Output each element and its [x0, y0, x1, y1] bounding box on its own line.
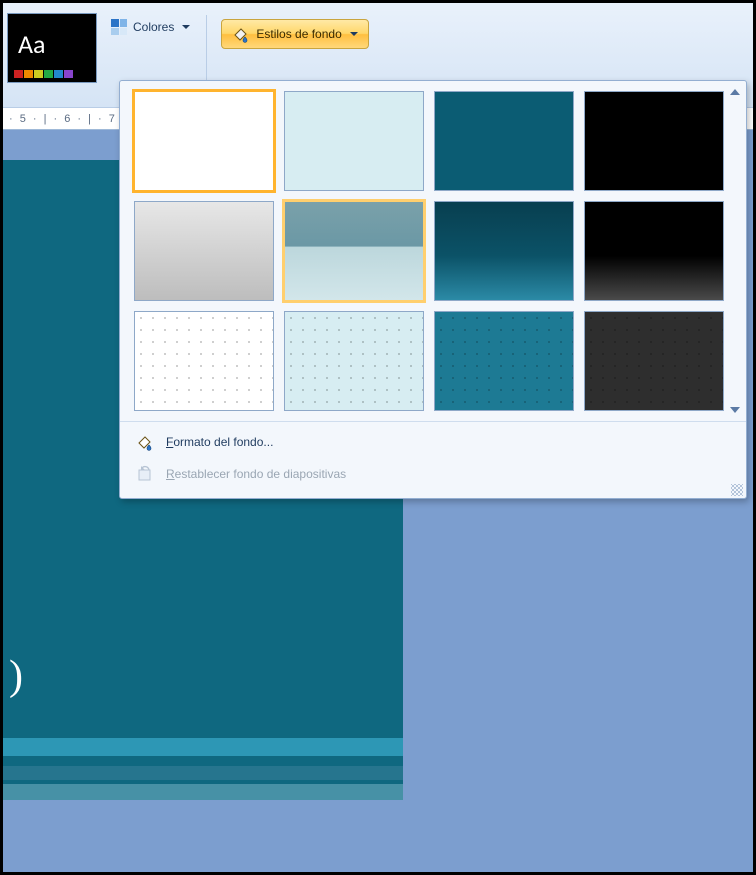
paint-bucket-icon [232, 25, 250, 43]
style-preview [435, 92, 573, 190]
theme-thumbnail[interactable]: Aa [7, 13, 97, 83]
reset-background-menu-item: Restablecer fondo de diapositivas [120, 458, 746, 490]
style-preview [135, 202, 273, 300]
style-preview [585, 92, 723, 190]
background-style-option[interactable] [434, 311, 574, 411]
background-style-option[interactable] [584, 201, 724, 301]
background-style-option[interactable] [584, 91, 724, 191]
app-window: Aa Colores Estilos de fondo [0, 0, 756, 875]
background-styles-label: Estilos de fondo [256, 27, 341, 41]
slide-glyph: ) [9, 652, 23, 700]
background-style-option[interactable] [434, 201, 574, 301]
palette-swatch [24, 70, 33, 78]
gallery-scroll [728, 89, 742, 413]
background-styles-dropdown: Formato del fondo... Restablecer fondo d… [119, 80, 747, 499]
resize-grip-icon[interactable] [731, 484, 743, 496]
colors-label: Colores [133, 20, 174, 34]
theme-sample-text: Aa [18, 28, 46, 60]
background-style-option[interactable] [284, 91, 424, 191]
background-style-option[interactable] [284, 311, 424, 411]
palette-swatch [44, 70, 53, 78]
style-preview [435, 312, 573, 410]
paint-bucket-icon [134, 432, 156, 452]
background-style-option[interactable] [134, 91, 274, 191]
style-preview [285, 312, 423, 410]
format-background-menu-item[interactable]: Formato del fondo... [120, 426, 746, 458]
chevron-down-icon [350, 32, 358, 36]
palette-swatch [14, 70, 23, 78]
background-style-option[interactable] [284, 201, 424, 301]
scroll-down-icon[interactable] [730, 407, 740, 413]
reset-background-label: Restablecer fondo de diapositivas [166, 467, 346, 481]
reset-icon [134, 464, 156, 484]
background-style-option[interactable] [134, 311, 274, 411]
style-preview [585, 202, 723, 300]
background-style-option[interactable] [584, 311, 724, 411]
scroll-up-icon[interactable] [730, 89, 740, 95]
slide-decor-band [3, 738, 403, 756]
style-preview [435, 202, 573, 300]
style-preview [585, 312, 723, 410]
background-styles-button[interactable]: Estilos de fondo [221, 19, 368, 49]
background-style-option[interactable] [434, 91, 574, 191]
colors-button[interactable]: Colores [105, 15, 196, 39]
style-preview [285, 92, 423, 190]
style-preview [135, 312, 273, 410]
palette-swatch [54, 70, 63, 78]
palette-swatch [64, 70, 73, 78]
style-preview [135, 92, 273, 190]
chevron-down-icon [182, 25, 190, 29]
colors-icon [111, 19, 127, 35]
background-style-option[interactable] [134, 201, 274, 301]
style-preview [285, 202, 423, 300]
background-styles-grid [120, 81, 746, 421]
palette-swatch [34, 70, 43, 78]
format-background-label: Formato del fondo... [166, 435, 273, 449]
dropdown-footer: Formato del fondo... Restablecer fondo d… [120, 421, 746, 498]
slide-decor-band [3, 766, 403, 780]
theme-palette [14, 70, 73, 78]
slide-decor-band [3, 784, 403, 800]
